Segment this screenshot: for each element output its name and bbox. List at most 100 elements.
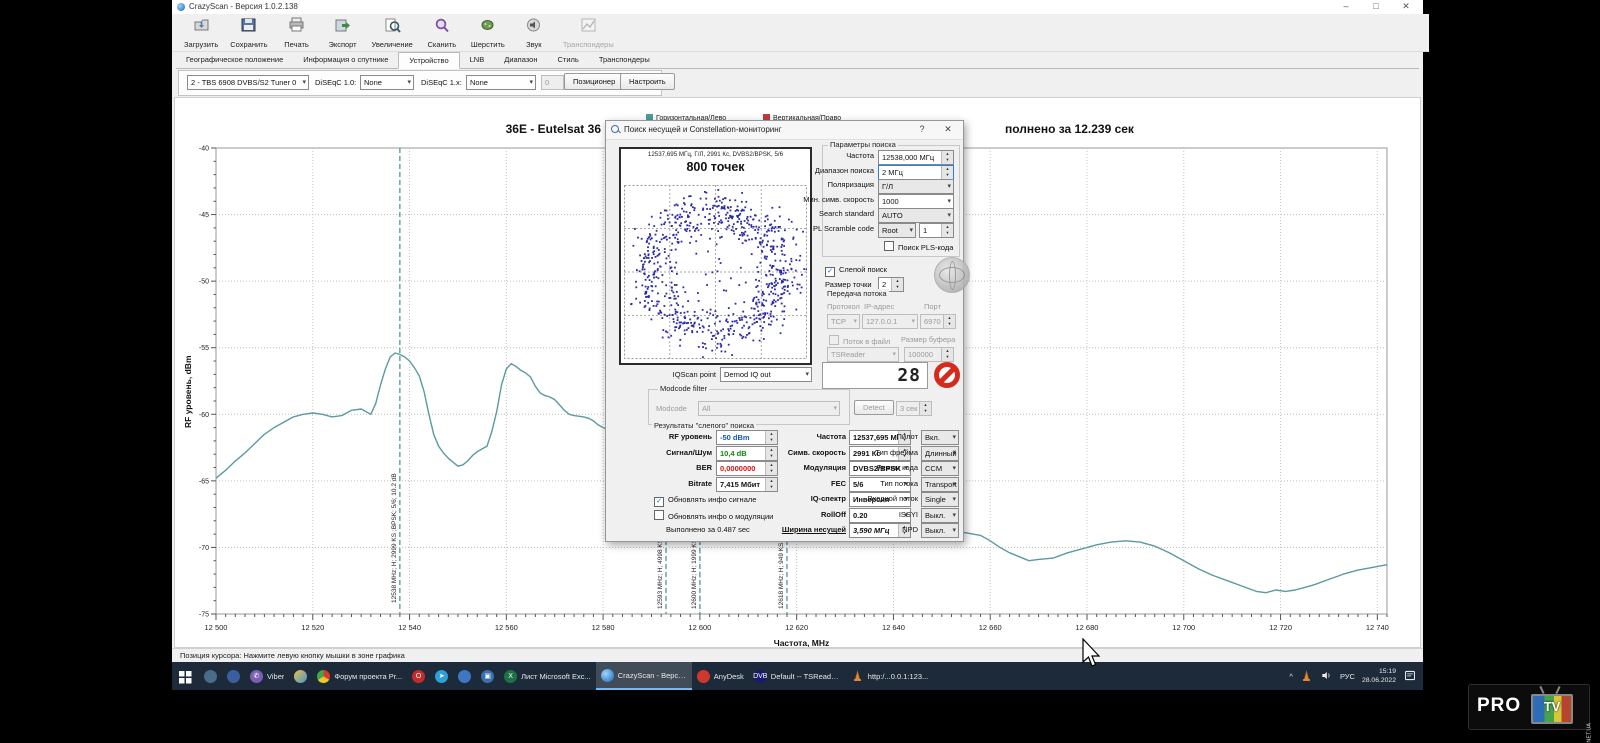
- tools-icon: [294, 670, 307, 683]
- diseqc10-select[interactable]: None: [360, 75, 414, 90]
- iqscan-select[interactable]: Demod IQ out: [720, 367, 812, 382]
- right-label-5: ISSYI: [846, 510, 918, 519]
- taskbar-tsreader[interactable]: DVBDefault -- TSReader...: [749, 662, 846, 690]
- toolbar-scan-button[interactable]: Сканить: [419, 14, 465, 51]
- tab-географическое-положение[interactable]: Географическое положение: [176, 52, 293, 68]
- taskbar-telegram[interactable]: ➤: [430, 662, 453, 690]
- svg-text:12 680: 12 680: [1076, 623, 1099, 632]
- toolbar-load-button[interactable]: Загрузить: [178, 14, 224, 51]
- toolbar-sound-button[interactable]: Звук: [511, 14, 557, 51]
- taskbar-vlc[interactable]: http:/...0.0.1:123...: [846, 662, 933, 690]
- param-field-2[interactable]: Г/Л: [878, 179, 954, 194]
- svg-text:-50: -50: [199, 279, 209, 286]
- notification-center-icon[interactable]: [1403, 669, 1417, 684]
- taskbar-anydesk[interactable]: AnyDesk: [692, 662, 749, 690]
- results-checkbox-0[interactable]: ✓Обновлять инфо сигнале: [654, 495, 756, 507]
- taskbar-save-app[interactable]: [222, 662, 245, 690]
- photos-icon: ▣: [481, 670, 494, 683]
- right-value-3[interactable]: Transport: [921, 477, 959, 492]
- carrier-label-12593: 12593 MHz; H; 4998 KS: [657, 539, 664, 609]
- blind-search-checkbox[interactable]: ✓Слепой поиск: [825, 265, 887, 277]
- tuner-select[interactable]: 2 - TBS 6908 DVBS/S2 Tuner 0: [187, 75, 309, 90]
- result-label-3: Bitrate: [624, 479, 712, 488]
- toolbar-disabled-transponders-button: Транспондеры: [557, 14, 620, 51]
- dvb-icon: DVB: [754, 670, 767, 683]
- protv-tv-icon: TV: [1531, 694, 1573, 724]
- people-icon: [204, 670, 217, 683]
- right-label-4: Входной поток: [846, 494, 918, 503]
- stream-group-label: Передача потока: [825, 289, 889, 298]
- svg-text:12 540: 12 540: [398, 623, 421, 632]
- taskbar-photos[interactable]: ▣: [476, 662, 499, 690]
- toolbar-save-button[interactable]: Сохранить: [224, 14, 273, 51]
- dialog-close-button[interactable]: ✕: [935, 121, 961, 138]
- stop-button[interactable]: [934, 362, 960, 388]
- tab-информация-о-спутнике[interactable]: Информация о спутнике: [293, 52, 398, 68]
- taskbar-crazyscan[interactable]: CrazyScan - Верси...: [596, 662, 692, 690]
- dialog-help-button[interactable]: ?: [909, 121, 935, 138]
- svg-text:-55: -55: [199, 345, 209, 352]
- dialog-magnifier-icon: [611, 125, 620, 134]
- close-button[interactable]: ✕: [1393, 0, 1419, 13]
- param-field-1[interactable]: 2 МГц▲▼: [878, 165, 954, 180]
- toolbar-print-button[interactable]: Печать: [274, 14, 320, 51]
- positioner-button[interactable]: Позиционер: [564, 73, 624, 90]
- volume-icon[interactable]: [1320, 669, 1333, 684]
- modcode-select: All: [698, 401, 840, 416]
- taskbar-viber[interactable]: ✆Viber: [245, 662, 289, 690]
- toolbar-button-label: Шерстить: [471, 40, 505, 49]
- param-field-3[interactable]: 1000: [878, 194, 954, 209]
- telegram-icon: ➤: [435, 670, 448, 683]
- param-field-0[interactable]: 12538,000 МГц▲▼: [878, 150, 954, 165]
- sound-icon: [525, 17, 542, 33]
- toolbar-export-button[interactable]: Экспорт: [320, 14, 366, 51]
- mid-label-0: Частота: [754, 432, 846, 441]
- taskbar-tools[interactable]: [289, 662, 312, 690]
- dot-size-label: Размер точки: [825, 280, 872, 289]
- carrier-label-12600: 12600 MHz; H; 1999 KS: [691, 539, 698, 609]
- right-value-2[interactable]: CCM: [921, 461, 959, 476]
- tray-clock[interactable]: 15:1928.06.2022: [1362, 667, 1396, 685]
- param-field-4[interactable]: AUTO: [878, 208, 954, 223]
- tab-транспондеры[interactable]: Транспондеры: [589, 52, 660, 68]
- param-field-5b[interactable]: 1▲▼: [919, 223, 954, 238]
- right-value-4[interactable]: Single: [921, 492, 959, 507]
- svg-text:-75: -75: [199, 612, 209, 619]
- maximize-button[interactable]: □: [1363, 0, 1389, 13]
- start-button[interactable]: [172, 662, 199, 690]
- right-value-1[interactable]: Длинный: [921, 446, 959, 461]
- tray-chevron-icon[interactable]: ^: [1289, 672, 1293, 681]
- taskbar-chrome[interactable]: Форум проекта Pr...: [312, 662, 407, 690]
- right-value-0[interactable]: Вкл.: [921, 430, 959, 445]
- taskbar-people[interactable]: [199, 662, 222, 690]
- tab-устройство[interactable]: Устройство: [398, 52, 459, 69]
- tab-стиль[interactable]: Стиль: [548, 52, 589, 68]
- tab-диапазон[interactable]: Диапазон: [494, 52, 547, 68]
- taskbar-opera[interactable]: O: [407, 662, 430, 690]
- mid-label-4: IQ-спектр: [754, 494, 846, 503]
- result-label-1: Сигнал/Шум: [624, 448, 712, 457]
- param-label-4: Search standard: [756, 209, 874, 218]
- tab-lnb[interactable]: LNB: [460, 52, 495, 68]
- input-language[interactable]: РУС: [1340, 672, 1355, 681]
- taskbar-excel[interactable]: XЛист Microsoft Exc...: [499, 662, 596, 690]
- taskbar: ✆Viber Форум проекта Pr... O ➤ ▣ XЛист Micros…: [172, 662, 1423, 690]
- diseqc1x-select[interactable]: None: [466, 75, 536, 90]
- toolbar-comb-button[interactable]: Шерстить: [465, 14, 511, 51]
- iqscan-label: IQScan point: [636, 370, 716, 379]
- minimize-button[interactable]: –: [1333, 0, 1359, 13]
- chrome-icon: [317, 670, 330, 683]
- toolbar-zoom-button[interactable]: Увеличение: [366, 14, 419, 51]
- taskbar-chat[interactable]: [453, 662, 476, 690]
- right-value-5[interactable]: Выкл.: [921, 508, 959, 523]
- carrier-search-dialog: Поиск несущей и Constellation-мониторинг…: [605, 120, 964, 542]
- right-value-6[interactable]: Выкл.: [921, 523, 959, 538]
- param-field-5[interactable]: Root: [878, 223, 916, 238]
- taskbar-item-label: Форум проекта Pr...: [334, 672, 402, 681]
- setup-button[interactable]: Настроить: [620, 73, 675, 90]
- svg-text:12 700: 12 700: [1172, 623, 1195, 632]
- window-title: CrazyScan - Версия 1.0.2.138: [189, 2, 298, 11]
- toolbar-button-label: Экспорт: [328, 40, 356, 49]
- print-icon: [288, 17, 305, 33]
- pls-search-checkbox[interactable]: Поиск PLS-кода: [884, 241, 953, 252]
